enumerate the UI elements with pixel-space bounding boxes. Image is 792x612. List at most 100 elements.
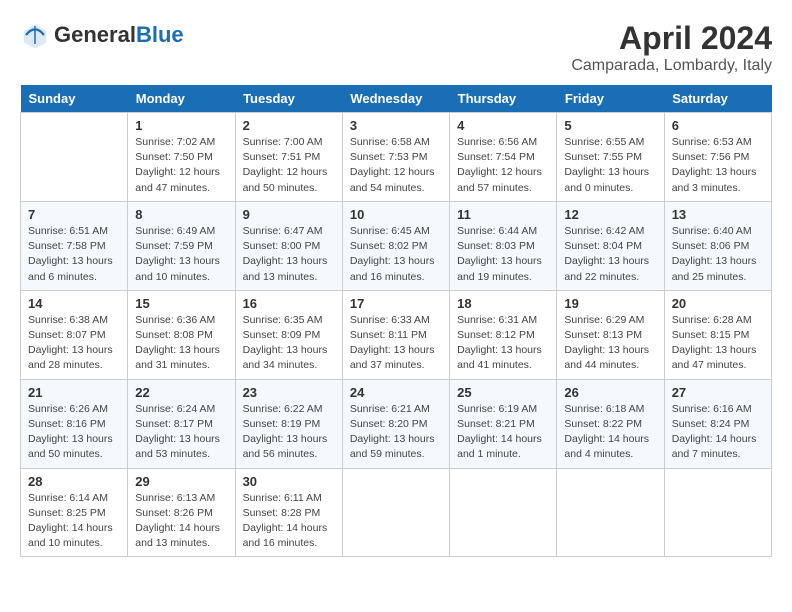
day-number: 22	[135, 385, 227, 400]
day-cell: 17Sunrise: 6:33 AM Sunset: 8:11 PM Dayli…	[342, 290, 449, 379]
day-number: 16	[243, 296, 335, 311]
day-number: 6	[672, 118, 764, 133]
day-number: 7	[28, 207, 120, 222]
day-cell: 8 Sunrise: 6:49 AM Sunset: 7:59 PM Daylig…	[128, 201, 235, 290]
day-number: 28	[28, 474, 120, 489]
day-info: Sunrise: 7:00 AM Sunset: 7:51 PM Dayligh…	[243, 135, 335, 196]
day-cell: 27 Sunrise: 6:16 AM Sunset: 8:24 PM Dayli…	[664, 379, 771, 468]
day-number: 14	[28, 296, 120, 311]
day-number: 2	[243, 118, 335, 133]
day-cell: 19Sunrise: 6:29 AM Sunset: 8:13 PM Dayli…	[557, 290, 664, 379]
day-cell: 20 Sunrise: 6:28 AM Sunset: 8:15 PM Dayli…	[664, 290, 771, 379]
day-cell: 7 Sunrise: 6:51 AM Sunset: 7:58 PM Daylig…	[21, 201, 128, 290]
day-number: 4	[457, 118, 549, 133]
day-number: 29	[135, 474, 227, 489]
day-number: 9	[243, 207, 335, 222]
week-row-1: 1Sunrise: 7:02 AM Sunset: 7:50 PM Daylig…	[21, 113, 772, 202]
day-info: Sunrise: 6:18 AM Sunset: 8:22 PM Dayligh…	[564, 402, 656, 463]
day-info: Sunrise: 6:38 AM Sunset: 8:07 PM Dayligh…	[28, 313, 120, 374]
day-cell: 15 Sunrise: 6:36 AM Sunset: 8:08 PM Dayli…	[128, 290, 235, 379]
day-cell: 28 Sunrise: 6:14 AM Sunset: 8:25 PM Dayli…	[21, 468, 128, 557]
day-cell: 11 Sunrise: 6:44 AM Sunset: 8:03 PM Dayli…	[450, 201, 557, 290]
day-number: 20	[672, 296, 764, 311]
day-info: Sunrise: 6:22 AM Sunset: 8:19 PM Dayligh…	[243, 402, 335, 463]
weekday-header-friday: Friday	[557, 85, 664, 113]
weekday-header-saturday: Saturday	[664, 85, 771, 113]
weekday-header-monday: Monday	[128, 85, 235, 113]
day-cell: 6 Sunrise: 6:53 AM Sunset: 7:56 PM Daylig…	[664, 113, 771, 202]
day-number: 12	[564, 207, 656, 222]
logo-icon	[20, 20, 50, 50]
day-number: 25	[457, 385, 549, 400]
day-cell: 21 Sunrise: 6:26 AM Sunset: 8:16 PM Dayli…	[21, 379, 128, 468]
day-cell: 23 Sunrise: 6:22 AM Sunset: 8:19 PM Dayli…	[235, 379, 342, 468]
day-info: Sunrise: 6:35 AM Sunset: 8:09 PM Dayligh…	[243, 313, 335, 374]
day-cell	[21, 113, 128, 202]
day-info: Sunrise: 6:56 AM Sunset: 7:54 PM Dayligh…	[457, 135, 549, 196]
day-number: 13	[672, 207, 764, 222]
day-cell: 1Sunrise: 7:02 AM Sunset: 7:50 PM Daylig…	[128, 113, 235, 202]
day-number: 27	[672, 385, 764, 400]
day-number: 18	[457, 296, 549, 311]
logo: GeneralBlue	[20, 20, 184, 50]
week-row-5: 28 Sunrise: 6:14 AM Sunset: 8:25 PM Dayli…	[21, 468, 772, 557]
week-row-4: 21 Sunrise: 6:26 AM Sunset: 8:16 PM Dayli…	[21, 379, 772, 468]
calendar-table: SundayMondayTuesdayWednesdayThursdayFrid…	[20, 85, 772, 557]
weekday-header-wednesday: Wednesday	[342, 85, 449, 113]
day-info: Sunrise: 6:36 AM Sunset: 8:08 PM Dayligh…	[135, 313, 227, 374]
day-cell: 12 Sunrise: 6:42 AM Sunset: 8:04 PM Dayli…	[557, 201, 664, 290]
day-number: 3	[350, 118, 442, 133]
day-info: Sunrise: 6:44 AM Sunset: 8:03 PM Dayligh…	[457, 224, 549, 285]
day-cell: 14 Sunrise: 6:38 AM Sunset: 8:07 PM Dayli…	[21, 290, 128, 379]
day-info: Sunrise: 6:42 AM Sunset: 8:04 PM Dayligh…	[564, 224, 656, 285]
day-info: Sunrise: 6:55 AM Sunset: 7:55 PM Dayligh…	[564, 135, 656, 196]
day-number: 21	[28, 385, 120, 400]
weekday-header-row: SundayMondayTuesdayWednesdayThursdayFrid…	[21, 85, 772, 113]
day-cell: 5Sunrise: 6:55 AM Sunset: 7:55 PM Daylig…	[557, 113, 664, 202]
day-number: 8	[135, 207, 227, 222]
day-cell: 3 Sunrise: 6:58 AM Sunset: 7:53 PM Daylig…	[342, 113, 449, 202]
day-info: Sunrise: 6:53 AM Sunset: 7:56 PM Dayligh…	[672, 135, 764, 196]
day-cell: 25Sunrise: 6:19 AM Sunset: 8:21 PM Dayli…	[450, 379, 557, 468]
day-number: 23	[243, 385, 335, 400]
weekday-header-tuesday: Tuesday	[235, 85, 342, 113]
weekday-header-thursday: Thursday	[450, 85, 557, 113]
day-number: 1	[135, 118, 227, 133]
day-info: Sunrise: 6:24 AM Sunset: 8:17 PM Dayligh…	[135, 402, 227, 463]
day-info: Sunrise: 6:47 AM Sunset: 8:00 PM Dayligh…	[243, 224, 335, 285]
day-info: Sunrise: 6:13 AM Sunset: 8:26 PM Dayligh…	[135, 491, 227, 552]
day-info: Sunrise: 6:51 AM Sunset: 7:58 PM Dayligh…	[28, 224, 120, 285]
day-info: Sunrise: 6:26 AM Sunset: 8:16 PM Dayligh…	[28, 402, 120, 463]
day-cell: 16 Sunrise: 6:35 AM Sunset: 8:09 PM Dayli…	[235, 290, 342, 379]
day-number: 24	[350, 385, 442, 400]
day-cell: 4 Sunrise: 6:56 AM Sunset: 7:54 PM Daylig…	[450, 113, 557, 202]
week-row-2: 7 Sunrise: 6:51 AM Sunset: 7:58 PM Daylig…	[21, 201, 772, 290]
day-number: 30	[243, 474, 335, 489]
day-cell: 2 Sunrise: 7:00 AM Sunset: 7:51 PM Daylig…	[235, 113, 342, 202]
day-cell	[450, 468, 557, 557]
day-cell	[557, 468, 664, 557]
logo-blue: Blue	[136, 22, 184, 47]
day-info: Sunrise: 6:28 AM Sunset: 8:15 PM Dayligh…	[672, 313, 764, 374]
day-cell: 13Sunrise: 6:40 AM Sunset: 8:06 PM Dayli…	[664, 201, 771, 290]
logo-general: General	[54, 22, 136, 47]
day-info: Sunrise: 6:49 AM Sunset: 7:59 PM Dayligh…	[135, 224, 227, 285]
day-cell	[342, 468, 449, 557]
day-cell: 18 Sunrise: 6:31 AM Sunset: 8:12 PM Dayli…	[450, 290, 557, 379]
weekday-header-sunday: Sunday	[21, 85, 128, 113]
day-info: Sunrise: 6:58 AM Sunset: 7:53 PM Dayligh…	[350, 135, 442, 196]
day-cell	[664, 468, 771, 557]
day-info: Sunrise: 6:14 AM Sunset: 8:25 PM Dayligh…	[28, 491, 120, 552]
day-info: Sunrise: 6:31 AM Sunset: 8:12 PM Dayligh…	[457, 313, 549, 374]
day-info: Sunrise: 6:16 AM Sunset: 8:24 PM Dayligh…	[672, 402, 764, 463]
month-title: April 2024	[571, 20, 772, 57]
day-number: 11	[457, 207, 549, 222]
day-number: 15	[135, 296, 227, 311]
day-cell: 22 Sunrise: 6:24 AM Sunset: 8:17 PM Dayli…	[128, 379, 235, 468]
day-info: Sunrise: 6:45 AM Sunset: 8:02 PM Dayligh…	[350, 224, 442, 285]
day-number: 17	[350, 296, 442, 311]
day-number: 19	[564, 296, 656, 311]
page-header: GeneralBlue April 2024 Camparada, Lombar…	[20, 20, 772, 75]
day-cell: 24Sunrise: 6:21 AM Sunset: 8:20 PM Dayli…	[342, 379, 449, 468]
week-row-3: 14 Sunrise: 6:38 AM Sunset: 8:07 PM Dayli…	[21, 290, 772, 379]
